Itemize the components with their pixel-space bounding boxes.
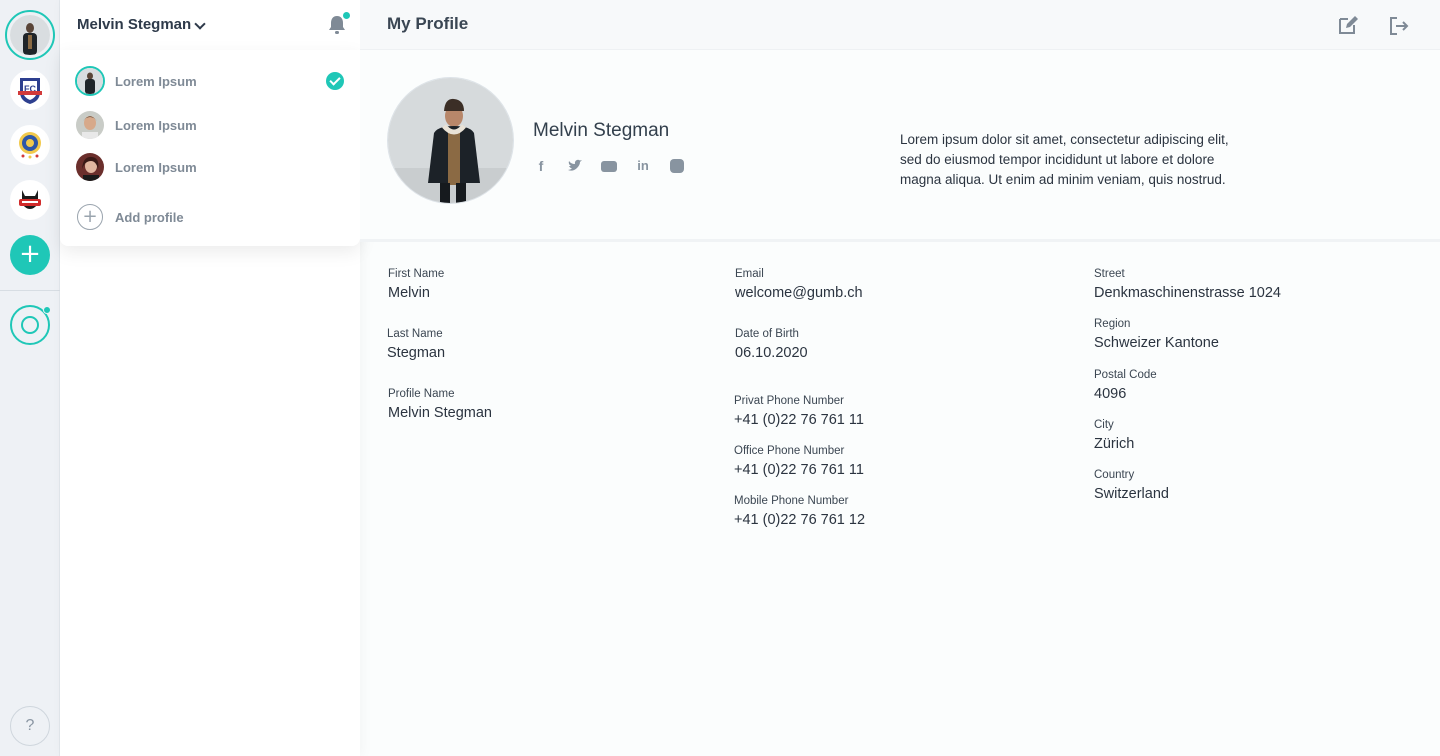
field-value: +41 (0)22 76 761 12 — [734, 512, 866, 528]
left-rail: FC + ? — [0, 0, 60, 756]
profile-switcher-label[interactable]: Melvin Stegman — [77, 16, 191, 33]
field-private-phone: Privat Phone Number +41 (0)22 76 761 11 — [734, 395, 864, 428]
profile-details: First Name Melvin Last Name Stegman Prof… — [360, 245, 1440, 745]
field-label: City — [1094, 419, 1114, 431]
page-title: My Profile — [387, 14, 469, 33]
field-label: Date of Birth — [735, 328, 799, 340]
field-label: Last Name — [387, 328, 443, 340]
youtube-icon[interactable] — [601, 158, 617, 174]
field-value: Switzerland — [1094, 486, 1169, 502]
field-date-of-birth: Date of Birth 06.10.2020 — [735, 328, 808, 361]
notification-dot — [43, 306, 51, 314]
chevron-down-icon[interactable] — [194, 18, 206, 30]
field-value: 4096 — [1094, 386, 1127, 402]
field-label: Profile Name — [388, 388, 455, 400]
field-country: Country Switzerland — [1094, 469, 1169, 502]
field-street: Street Denkmaschinenstrasse 1024 — [1094, 268, 1281, 301]
field-postal-code: Postal Code 4096 — [1094, 369, 1157, 402]
instagram-icon[interactable] — [669, 158, 685, 174]
add-club-button[interactable]: + — [10, 235, 50, 275]
field-label: Postal Code — [1094, 369, 1157, 381]
field-value: welcome@gumb.ch — [735, 285, 863, 301]
profile-panel: Melvin Stegman Lorem Ipsum Lorem Ipsum L… — [60, 0, 360, 756]
notification-dot — [343, 12, 350, 19]
main-content: My Profile Melvin Stegman f in Lorem ips… — [360, 0, 1440, 756]
profile-option-label: Lorem Ipsum — [115, 117, 197, 133]
field-label: Street — [1094, 268, 1125, 280]
add-profile-label: Add profile — [115, 209, 184, 225]
profile-option-label: Lorem Ipsum — [115, 73, 197, 89]
linkedin-icon[interactable]: in — [635, 158, 651, 174]
field-label: Office Phone Number — [734, 445, 845, 457]
avatar — [76, 153, 104, 181]
target-ring — [21, 316, 39, 334]
field-profile-name: Profile Name Melvin Stegman — [388, 388, 492, 421]
profile-bio: Lorem ipsum dolor sit amet, consectetur … — [900, 132, 1229, 187]
field-value: Denkmaschinenstrasse 1024 — [1094, 285, 1281, 301]
twitter-icon[interactable] — [567, 158, 583, 174]
edit-icon[interactable] — [1337, 14, 1359, 36]
field-value: +41 (0)22 76 761 11 — [734, 462, 864, 478]
field-label: First Name — [388, 268, 445, 280]
rail-club-fc[interactable]: FC — [5, 65, 55, 115]
top-bar: My Profile — [360, 0, 1440, 50]
field-label: Mobile Phone Number — [734, 495, 849, 507]
logout-icon[interactable] — [1388, 15, 1410, 37]
rail-club-emblem[interactable] — [5, 120, 55, 170]
facebook-icon[interactable]: f — [533, 158, 549, 174]
profile-option[interactable]: Lorem Ipsum — [60, 105, 360, 145]
field-region: Region Schweizer Kantone — [1094, 318, 1219, 351]
field-label: Email — [735, 268, 764, 280]
profile-name: Melvin Stegman — [533, 120, 670, 141]
avatar — [76, 111, 104, 139]
panel-header: Melvin Stegman — [60, 0, 360, 50]
help-button[interactable]: ? — [10, 706, 50, 746]
field-value: Zürich — [1094, 436, 1135, 452]
social-links: f in — [533, 158, 703, 174]
emblem-logo-icon — [10, 125, 50, 165]
profile-dropdown: Lorem Ipsum Lorem Ipsum Lorem Ipsum + Ad… — [60, 50, 360, 246]
fc-logo-icon: FC — [10, 70, 50, 110]
field-value: Stegman — [387, 345, 446, 361]
field-label: Region — [1094, 318, 1131, 330]
field-first-name: First Name Melvin — [388, 268, 444, 301]
field-last-name: Last Name Stegman — [387, 328, 445, 361]
add-profile-button[interactable]: + Add profile — [60, 197, 360, 237]
field-mobile-phone: Mobile Phone Number +41 (0)22 76 761 12 — [734, 495, 865, 528]
field-label: Country — [1094, 469, 1135, 481]
field-label: Privat Phone Number — [734, 395, 844, 407]
field-value: Melvin — [388, 285, 430, 301]
profile-option[interactable]: Lorem Ipsum — [60, 61, 360, 101]
rail-divider — [0, 290, 60, 291]
field-email: Email welcome@gumb.ch — [735, 268, 863, 301]
field-value: +41 (0)22 76 761 11 — [734, 412, 864, 428]
target-icon[interactable] — [10, 305, 51, 345]
field-office-phone: Office Phone Number +41 (0)22 76 761 11 — [734, 445, 864, 478]
field-value: 06.10.2020 — [735, 345, 808, 361]
profile-hero: Melvin Stegman f in Lorem ipsum dolor si… — [360, 50, 1440, 242]
field-city: City Zürich — [1094, 419, 1134, 452]
devils-logo-icon — [10, 180, 50, 220]
rail-avatar-user[interactable] — [5, 10, 55, 60]
plus-circle-icon: + — [77, 204, 103, 230]
rail-club-devils[interactable] — [5, 175, 55, 225]
profile-option[interactable]: Lorem Ipsum — [60, 147, 360, 187]
check-icon — [326, 72, 344, 90]
user-avatar — [10, 15, 50, 55]
avatar — [75, 66, 105, 96]
field-value: Melvin Stegman — [388, 405, 492, 421]
profile-option-label: Lorem Ipsum — [115, 159, 197, 175]
field-value: Schweizer Kantone — [1094, 335, 1219, 351]
profile-photo — [387, 77, 514, 204]
